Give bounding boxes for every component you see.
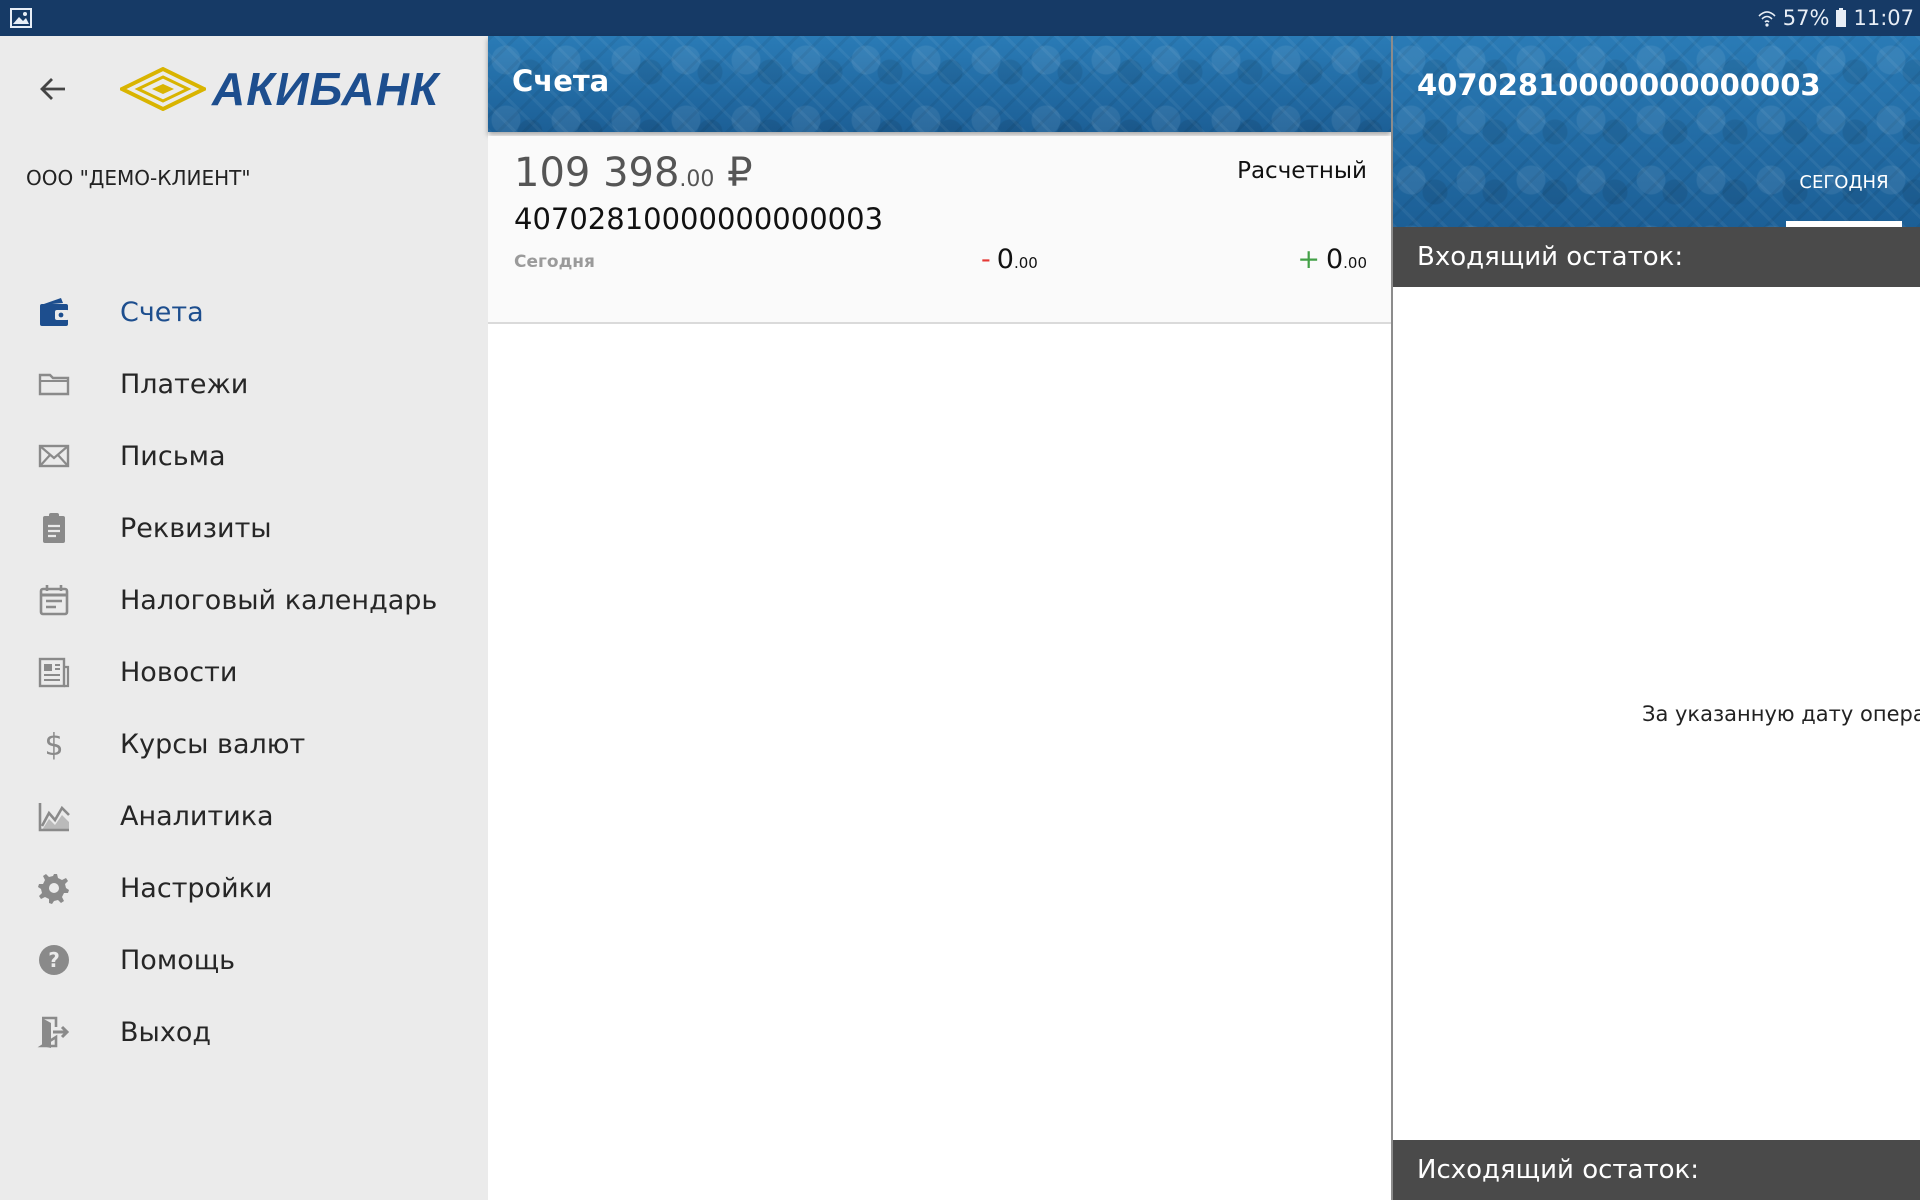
svg-text:$: $ [44,728,63,761]
clock: 11:07 [1853,6,1914,30]
outgoing-balance-bar: Исходящий остаток: [1393,1140,1920,1200]
account-balance: 109 398.00 ₽ [514,150,753,196]
accounts-header: Счета [488,36,1391,132]
account-detail-panel: 40702810000000000003 СЕГОДНЯ Входящий ос… [1391,36,1920,1200]
empty-state-message: За указанную дату операции [1642,702,1920,726]
incoming-balance-bar: Входящий остаток: [1393,227,1920,287]
accounts-panel: Счета 109 398.00 ₽ Расчетный 40702810000… [488,36,1391,1200]
menu-item-letters[interactable]: Письма [0,420,488,492]
page-title: Счета [512,64,610,98]
tab-today[interactable]: СЕГОДНЯ [1786,168,1902,227]
clipboard-icon [36,510,72,546]
credit-integer: 0 [1325,244,1344,275]
gallery-icon [10,8,32,28]
menu-label-help: Помощь [120,944,236,976]
newspaper-icon [36,654,72,690]
wifi-icon [1758,11,1776,27]
help-icon: ? [36,942,72,978]
debit-turnover: -0.00 [981,244,1038,275]
logo-emblem-icon [120,67,206,111]
detail-header: 40702810000000000003 СЕГОДНЯ [1393,36,1920,227]
menu-item-help[interactable]: ? Помощь [0,924,488,996]
credit-decimals: .00 [1343,254,1367,272]
detail-account-number: 40702810000000000003 [1417,68,1821,102]
credit-sign: + [1297,244,1320,275]
dollar-icon: $ [36,726,72,762]
debit-decimals: .00 [1013,254,1038,272]
menu-item-accounts[interactable]: Счета [0,276,488,348]
wallet-icon [36,294,72,330]
logo-wordmark: АКИБАНК [212,63,440,115]
bank-logo: АКИБАНК [120,60,439,118]
menu-label-settings: Настройки [120,872,273,904]
menu-label-analytics: Аналитика [120,800,274,832]
chart-icon [36,798,72,834]
gear-icon [36,870,72,906]
navigation-drawer: АКИБАНК ООО "ДЕМО-КЛИЕНТ" Счета Платежи … [0,36,488,1200]
main-menu: Счета Платежи Письма Реквизиты Налоговый… [0,276,488,1068]
exit-icon [36,1014,72,1050]
account-card[interactable]: 109 398.00 ₽ Расчетный 40702810000000000… [488,136,1391,324]
account-number: 40702810000000000003 [514,202,884,236]
client-name: ООО "ДЕМО-КЛИЕНТ" [26,166,251,190]
calendar-icon [36,582,72,618]
battery-icon [1836,8,1847,27]
menu-item-exit[interactable]: Выход [0,996,488,1068]
arrow-back-icon [40,78,65,100]
svg-text:?: ? [48,948,60,972]
balance-decimals: .00 [679,167,715,192]
debit-integer: 0 [996,244,1014,275]
menu-label-accounts: Счета [120,296,204,328]
account-date-label: Сегодня [514,252,595,272]
menu-label-requisites: Реквизиты [120,512,272,544]
menu-item-payments[interactable]: Платежи [0,348,488,420]
menu-label-letters: Письма [120,440,226,472]
menu-item-exchange-rates[interactable]: $ Курсы валют [0,708,488,780]
folder-icon [36,366,72,402]
menu-item-requisites[interactable]: Реквизиты [0,492,488,564]
mail-icon [36,438,72,474]
menu-label-exchange-rates: Курсы валют [120,728,306,760]
status-bar: 57% 11:07 [0,0,1920,36]
account-type: Расчетный [1237,158,1367,184]
menu-item-news[interactable]: Новости [0,636,488,708]
battery-percent: 57% [1782,6,1830,30]
menu-label-tax-calendar: Налоговый календарь [120,584,438,616]
menu-item-tax-calendar[interactable]: Налоговый календарь [0,564,488,636]
tab-today-label: СЕГОДНЯ [1799,172,1889,193]
menu-item-settings[interactable]: Настройки [0,852,488,924]
menu-item-analytics[interactable]: Аналитика [0,780,488,852]
menu-label-news: Новости [120,656,238,688]
currency-symbol: ₽ [727,150,753,196]
credit-turnover: +0.00 [1297,244,1367,275]
menu-label-exit: Выход [120,1016,212,1048]
debit-sign: - [981,244,991,275]
menu-label-payments: Платежи [120,368,249,400]
back-button[interactable] [30,66,76,112]
balance-integer: 109 398 [514,150,680,196]
